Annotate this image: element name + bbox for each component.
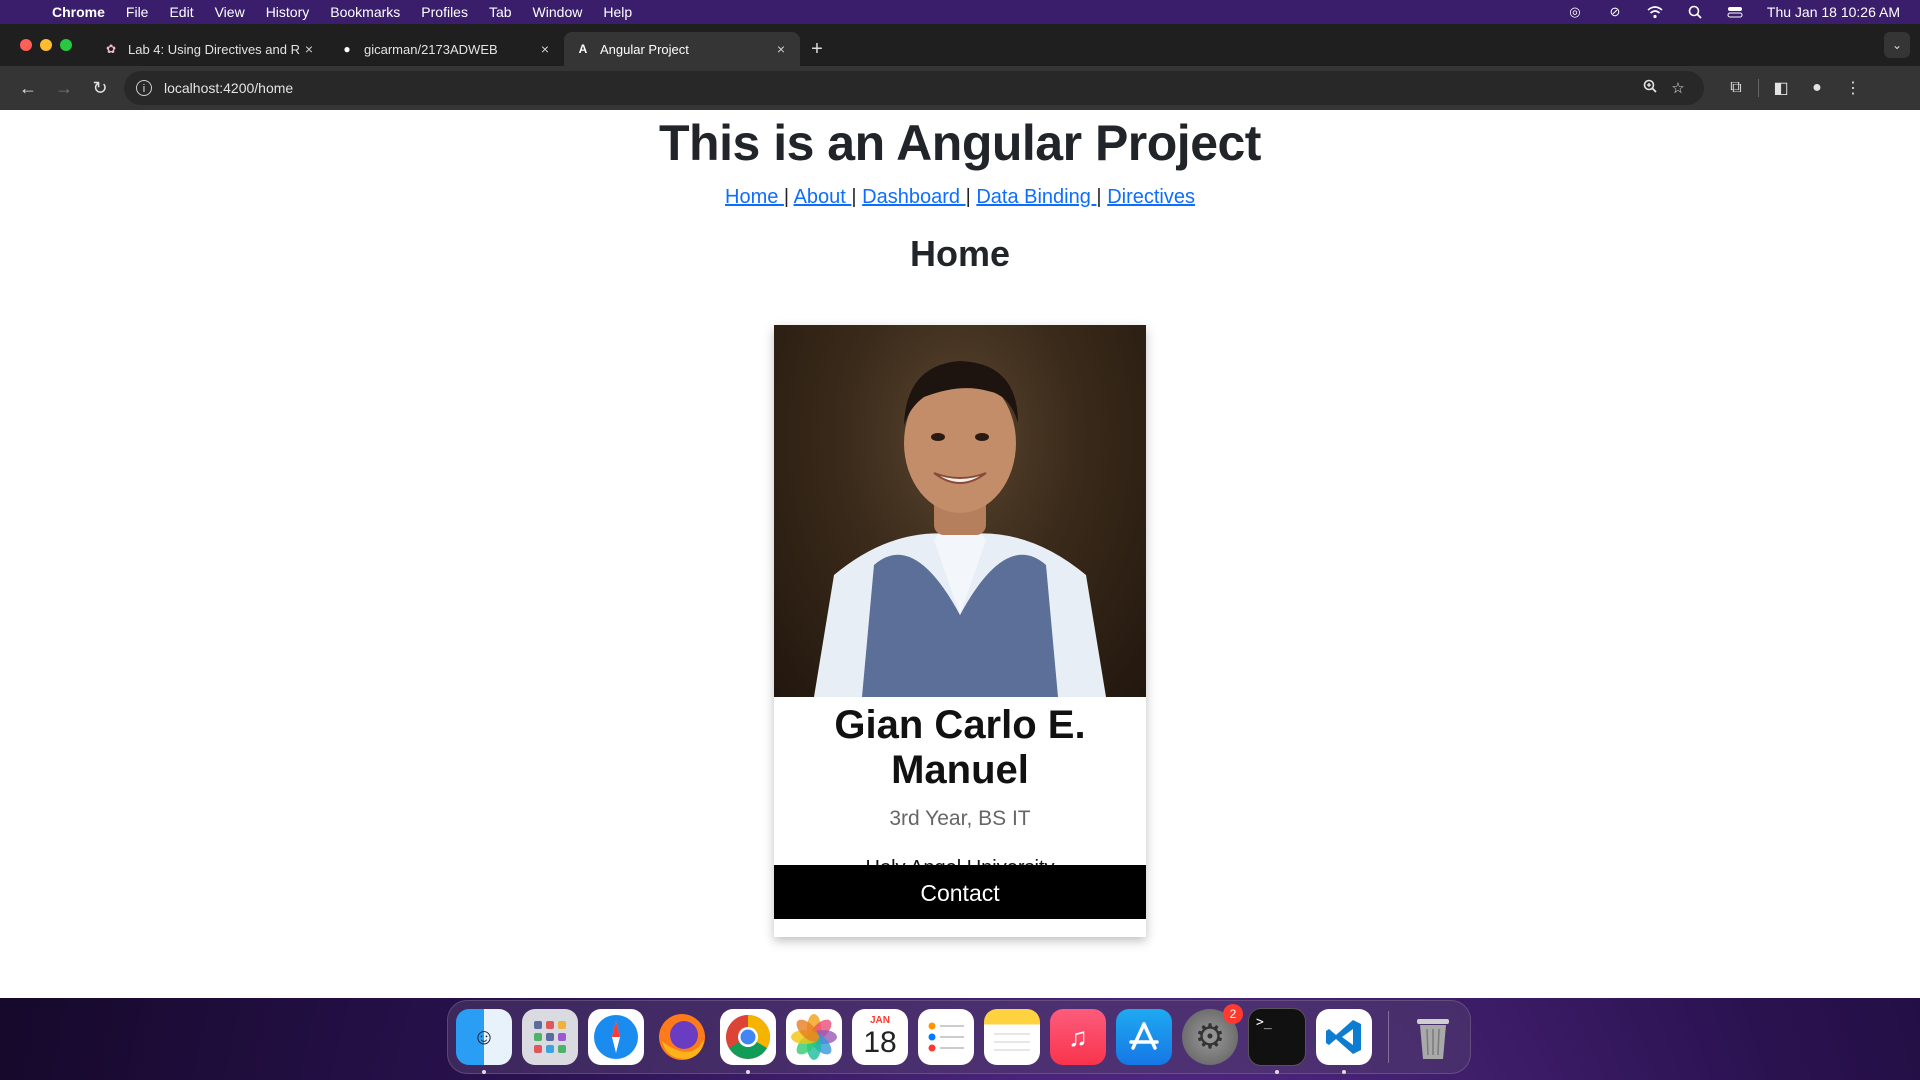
creative-cloud-icon[interactable]: ◎ [1567, 5, 1583, 19]
app-store-icon[interactable] [1116, 1009, 1172, 1065]
nav-link-directives[interactable]: Directives [1107, 186, 1195, 208]
menu-file[interactable]: File [126, 4, 149, 20]
web-page: This is an Angular Project Home | About … [0, 110, 1920, 998]
menu-history[interactable]: History [266, 4, 310, 20]
tab-angular-project[interactable]: A Angular Project × [564, 32, 800, 66]
profile-name: Gian Carlo E. Manuel [834, 703, 1086, 792]
terminal-icon[interactable]: >_ [1248, 1008, 1306, 1074]
notes-icon[interactable] [984, 1009, 1040, 1065]
contact-button[interactable]: Contact [774, 865, 1146, 919]
close-window-button[interactable] [20, 39, 32, 51]
back-arrow-icon[interactable]: ← [10, 70, 46, 106]
notification-badge: 2 [1223, 1004, 1243, 1024]
calendar-day: 18 [863, 1026, 897, 1059]
puffin-favicon-icon: ✿ [105, 42, 117, 56]
menu-view[interactable]: View [215, 4, 245, 20]
wifi-icon[interactable] [1647, 5, 1663, 19]
menu-tab[interactable]: Tab [489, 4, 512, 20]
tab-close-icon[interactable]: × [538, 41, 552, 57]
profile-card: Gian Carlo E. Manuel 3rd Year, BS IT Hol… [774, 325, 1146, 937]
chrome-icon[interactable] [720, 1009, 776, 1074]
menu-help[interactable]: Help [603, 4, 632, 20]
site-info-icon[interactable]: i [136, 80, 152, 96]
photos-icon[interactable] [786, 1009, 842, 1065]
browser-toolbar: ← → ↻ i localhost:4200/home ☆ ⧉ ◧ ● ⋮ [0, 66, 1920, 110]
running-indicator [1275, 1070, 1279, 1074]
menu-window[interactable]: Window [533, 4, 583, 20]
page-heading: This is an Angular Project [659, 115, 1261, 171]
tab-strip: ✿ Lab 4: Using Directives and R × ● gica… [0, 24, 1920, 66]
music-icon[interactable]: ♫ [1050, 1009, 1106, 1065]
window-controls [20, 39, 72, 51]
launchpad-icon[interactable] [522, 1009, 578, 1065]
angular-favicon-icon: A [578, 42, 588, 56]
nav-link-about[interactable]: About [794, 186, 852, 208]
running-indicator [746, 1070, 750, 1074]
nav-separator: | [965, 186, 977, 208]
zoom-icon[interactable] [1636, 79, 1664, 97]
bookmark-star-icon[interactable]: ☆ [1664, 79, 1692, 97]
nav-separator: | [783, 186, 794, 208]
menu-profiles[interactable]: Profiles [421, 4, 468, 20]
trash-icon[interactable] [1405, 1009, 1461, 1065]
maximize-window-button[interactable] [60, 39, 72, 51]
minimize-window-button[interactable] [40, 39, 52, 51]
tab-github[interactable]: ● gicarman/2173ADWEB × [328, 32, 564, 66]
forward-arrow-icon[interactable]: → [46, 70, 82, 106]
vscode-icon[interactable] [1316, 1009, 1372, 1074]
running-indicator [482, 1070, 486, 1074]
dock-divider [1388, 1011, 1389, 1063]
tab-close-icon[interactable]: × [302, 41, 316, 57]
firefox-icon[interactable] [654, 1009, 710, 1065]
tab-title: gicarman/2173ADWEB [364, 41, 498, 57]
nav-separator: | [1096, 186, 1108, 208]
control-center-icon[interactable] [1727, 5, 1743, 19]
reminders-icon[interactable] [918, 1009, 974, 1065]
extensions-icon[interactable]: ⧉ [1718, 79, 1754, 97]
system-settings-icon[interactable]: ⚙ 2 [1182, 1004, 1243, 1065]
menu-app-name[interactable]: Chrome [52, 4, 105, 20]
side-panel-icon[interactable]: ◧ [1763, 78, 1799, 98]
tab-search-chevron-icon[interactable]: ⌄ [1884, 32, 1910, 58]
dock: ☺ JAN 18 ♫ ⚙ 2 >_ [447, 1000, 1471, 1074]
tab-title: Angular Project [600, 41, 689, 57]
tab-close-icon[interactable]: × [774, 41, 788, 57]
running-indicator [1342, 1070, 1346, 1074]
more-menu-icon[interactable]: ⋮ [1835, 78, 1871, 98]
calendar-icon[interactable]: JAN 18 [852, 1009, 908, 1065]
menu-edit[interactable]: Edit [169, 4, 193, 20]
safari-icon[interactable] [588, 1009, 644, 1065]
tab-lab4[interactable]: ✿ Lab 4: Using Directives and R × [92, 32, 328, 66]
nav-link-dashboard[interactable]: Dashboard [862, 186, 965, 208]
finder-icon[interactable]: ☺ [456, 1009, 512, 1074]
profile-photo [774, 325, 1146, 697]
reload-icon[interactable]: ↻ [82, 70, 118, 106]
profile-title: 3rd Year, BS IT [889, 807, 1031, 830]
main-nav: Home | About | Dashboard | Data Binding … [0, 186, 1920, 209]
nav-separator: | [851, 186, 863, 208]
terminal-prompt: >_ [1256, 1015, 1272, 1030]
profile-avatar-icon[interactable]: ● [1799, 79, 1835, 97]
browser-window: ✿ Lab 4: Using Directives and R × ● gica… [0, 24, 1920, 998]
github-favicon-icon: ● [343, 42, 351, 56]
address-bar[interactable]: i localhost:4200/home ☆ [124, 71, 1704, 105]
vpn-off-icon[interactable]: ⊘ [1607, 5, 1623, 19]
menu-bar: Chrome File Edit View History Bookmarks … [0, 0, 1920, 24]
new-tab-button[interactable]: + [800, 32, 834, 66]
spotlight-search-icon[interactable] [1687, 5, 1703, 19]
nav-link-home[interactable]: Home [725, 186, 784, 208]
nav-link-data-binding[interactable]: Data Binding [976, 186, 1096, 208]
toolbar-divider [1758, 79, 1759, 97]
menu-bookmarks[interactable]: Bookmarks [330, 4, 400, 20]
menu-clock[interactable]: Thu Jan 18 10:26 AM [1767, 4, 1900, 20]
section-title: Home [909, 233, 1011, 274]
url-text[interactable]: localhost:4200/home [164, 80, 1636, 96]
tab-title: Lab 4: Using Directives and R [128, 41, 300, 57]
